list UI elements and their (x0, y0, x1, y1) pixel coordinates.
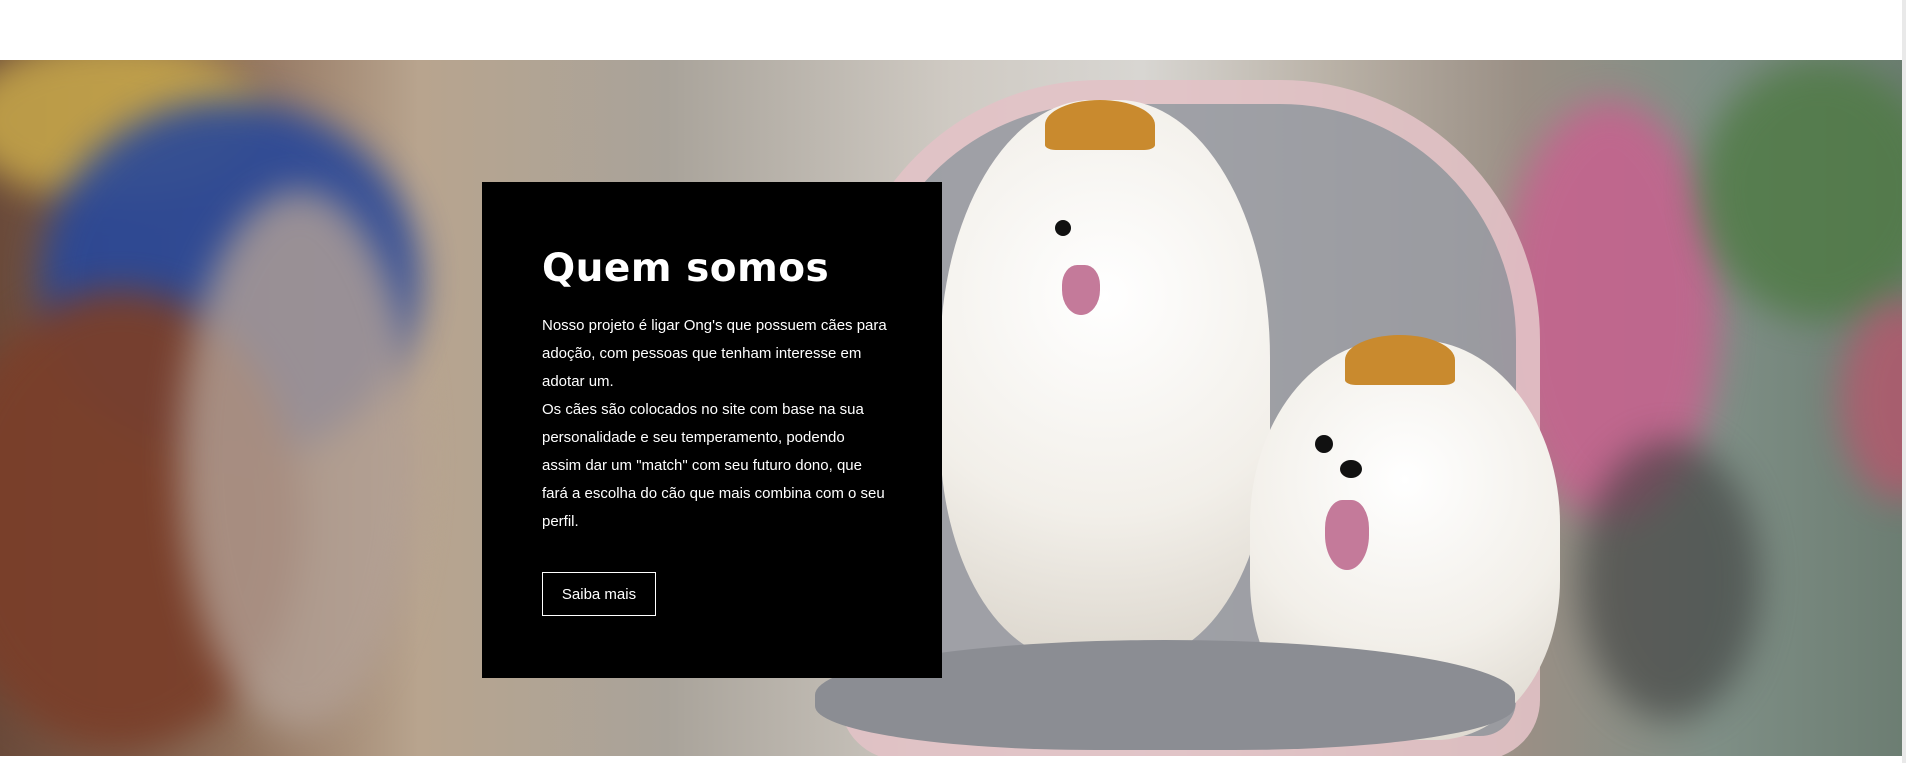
bg-blur-shape (1580, 440, 1760, 720)
learn-more-button[interactable]: Saiba mais (542, 572, 656, 616)
bg-blur-shape (180, 190, 420, 730)
bg-blur-shape (1840, 300, 1904, 500)
bg-blur-shape (1700, 60, 1904, 320)
tiara-icon (1045, 100, 1155, 150)
page: Quem somos Nosso projeto é ligar Ong's q… (0, 0, 1906, 763)
about-description: Nosso projeto é ligar Ong's que possuem … (542, 312, 887, 536)
dog-tongue (1062, 265, 1100, 315)
tiara-icon (1345, 335, 1455, 385)
dog-eye (1055, 220, 1071, 236)
dog-tongue (1325, 500, 1369, 570)
about-title: Quem somos (542, 246, 830, 291)
about-card: Quem somos Nosso projeto é ligar Ong's q… (482, 182, 942, 678)
scrollbar[interactable] (1902, 0, 1906, 763)
about-paragraph-2: Os cães são colocados no site com base n… (542, 401, 885, 530)
dog-nose (1340, 460, 1362, 478)
header-bar (0, 0, 1906, 60)
white-dog-left (940, 100, 1270, 660)
about-paragraph-1: Nosso projeto é ligar Ong's que possuem … (542, 317, 887, 390)
hero-background-image (0, 60, 1904, 756)
dog-eye (1315, 435, 1333, 453)
